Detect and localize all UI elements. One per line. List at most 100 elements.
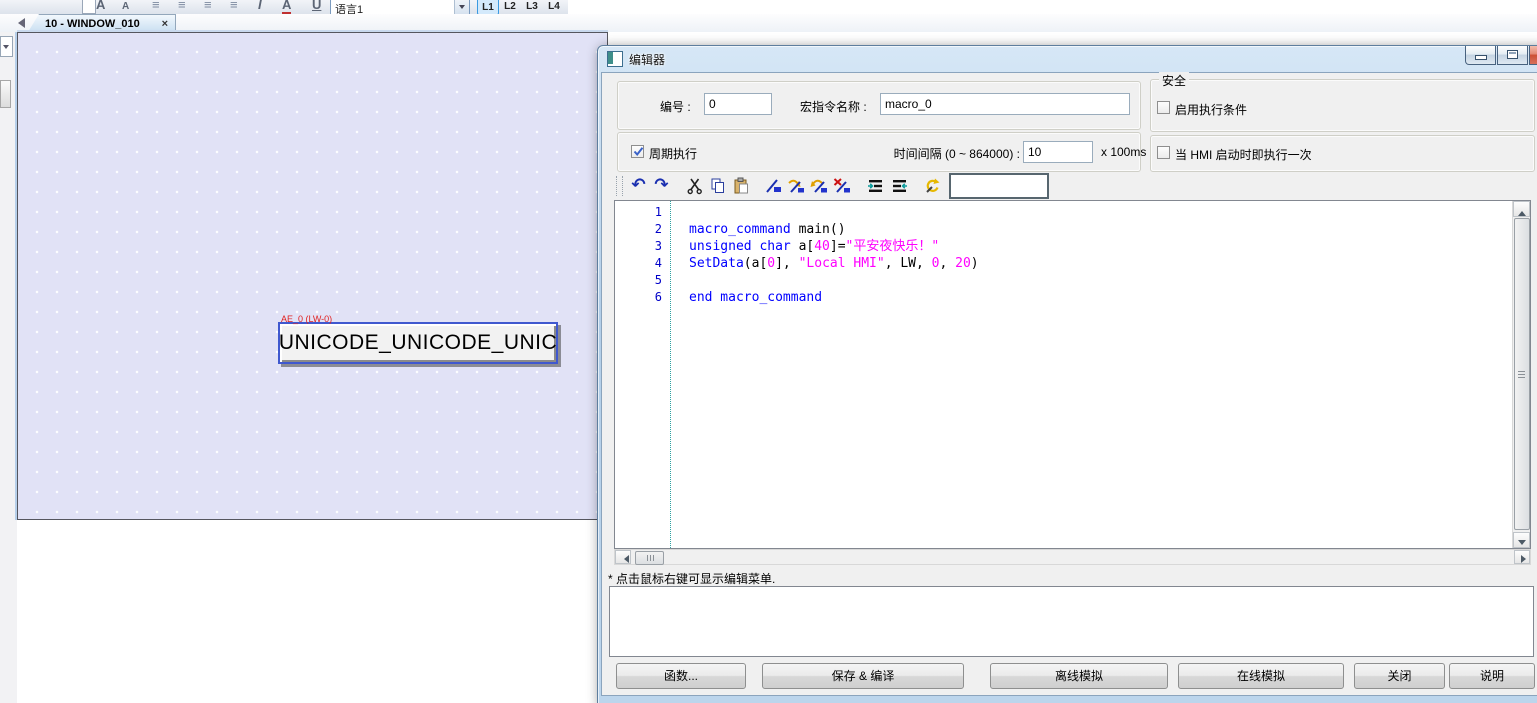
code-line[interactable]: macro_command main() [689,221,1510,238]
outdent-icon [890,177,908,195]
scroll-left-button[interactable] [615,550,631,564]
macro-name-input[interactable] [880,93,1130,115]
vertical-scroll-thumb[interactable] [1514,218,1530,530]
align-icon[interactable]: ≡ [152,0,160,12]
dialog-body: 编号 : 宏指令名称 : 安全 启用执行条件 周期执行 时间间隔 (0 ~ 86… [601,72,1537,696]
window-canvas[interactable] [17,32,608,520]
periodic-groupbox: 周期执行 时间间隔 (0 ~ 864000) : x 100ms [617,132,1141,172]
tab-window-010[interactable]: 10 - WINDOW_010 × [28,14,176,32]
scroll-up-button[interactable] [1513,201,1530,217]
minimize-button[interactable] [1465,46,1496,65]
tab-scroll-left-button[interactable] [10,16,24,30]
decrease-font-icon[interactable]: A [122,1,129,12]
code-line[interactable] [689,272,1510,289]
periodic-checkbox[interactable] [631,145,644,158]
code-token: SetData [689,256,744,271]
dock-mini-button[interactable] [0,80,11,108]
indent-button[interactable] [864,175,887,197]
dialog-titlebar[interactable]: 编辑器 [598,46,1537,72]
scroll-down-button[interactable] [1513,532,1530,548]
offline-sim-button[interactable]: 离线模拟 [990,663,1168,689]
layer-button-l2[interactable]: L2 [500,0,520,13]
triangle-down-icon [1518,540,1526,549]
close-dialog-button[interactable]: 关闭 [1354,663,1445,689]
layer-button-l4[interactable]: L4 [544,0,564,13]
macro-id-input[interactable] [704,93,772,115]
prev-bookmark-button[interactable] [808,175,831,197]
macro-editor-dialog: 编辑器 编号 : 宏指令名称 : 安全 启用执行条件 [597,45,1537,703]
code-token: "平安夜快乐！" [846,239,940,254]
paste-button[interactable] [729,175,752,197]
editor-search-input[interactable] [949,173,1049,199]
scroll-right-button[interactable] [1514,550,1530,564]
maximize-button[interactable] [1497,46,1528,65]
compile-message-box[interactable] [609,586,1534,657]
id-name-groupbox: 编号 : 宏指令名称 : [617,81,1141,130]
app-window: A A ≡ ≡ ≡ ≡ I A U 语言1 L1 L2 L3 L4 10 - W… [0,0,1537,703]
cut-button[interactable] [683,175,706,197]
next-bookmark-button[interactable] [785,175,808,197]
widget-text: UNICODE_UNICODE_UNIC [279,331,557,355]
underline-icon[interactable]: U [312,0,321,12]
undo-button[interactable]: ↶ [627,175,650,197]
vertical-scrollbar[interactable] [1512,201,1530,548]
minimize-icon [1475,55,1487,60]
online-sim-button[interactable]: 在线模拟 [1178,663,1344,689]
save-compile-button[interactable]: 保存 & 编译 [762,663,964,689]
thumb-grip-icon [650,555,651,561]
code-token: , LW, [885,256,932,271]
layer-button-l1[interactable]: L1 [477,0,499,15]
help-button[interactable]: 说明 [1449,663,1535,689]
language-combo-value: 语言1 [335,1,363,15]
align-center-icon[interactable]: ≡ [204,0,212,12]
periodic-label: 周期执行 [649,145,697,162]
font-color-icon[interactable]: A [282,0,291,15]
line-number: 1 [615,204,662,221]
code-line[interactable] [689,204,1510,221]
language-combo[interactable]: 语言1 [330,0,470,15]
code-token: 40 [814,239,830,254]
security-group-title: 安全 [1159,72,1189,89]
clear-bookmarks-button[interactable] [831,175,854,197]
code-token: "Local HMI" [799,256,885,271]
enable-condition-checkbox[interactable] [1157,101,1170,114]
code-token: ]= [830,239,846,254]
code-line[interactable]: unsigned char a[40]="平安夜快乐！" [689,238,1510,255]
run-once-label: 当 HMI 启动时即执行一次 [1175,146,1312,163]
copy-button[interactable] [706,175,729,197]
hint-text: * 点击鼠标右键可显示编辑菜单. [608,570,775,587]
run-once-checkbox[interactable] [1157,146,1170,159]
toolbar-drag-handle[interactable] [616,176,623,196]
toggle-bookmark-button[interactable] [762,175,785,197]
font-combo-edge[interactable] [82,0,96,14]
function-button[interactable]: 函数... [616,663,746,689]
code-token: ], [775,256,798,271]
italic-icon[interactable]: I [258,0,262,12]
increase-font-icon[interactable]: A [96,0,105,12]
code-token: (a[ [744,256,767,271]
line-number: 2 [615,221,662,238]
compile-button[interactable] [920,175,943,197]
macro-name-label: 宏指令名称 : [800,98,867,115]
ascii-display-widget[interactable]: UNICODE_UNICODE_UNIC [278,322,558,364]
code-token: macro_command [689,222,791,237]
horizontal-scroll-thumb[interactable] [635,551,664,565]
align-right-icon[interactable]: ≡ [230,0,238,12]
close-button[interactable] [1529,46,1537,65]
horizontal-scrollbar[interactable] [614,549,1531,565]
redo-button[interactable]: ↷ [650,175,673,197]
redo-icon: ↷ [654,177,668,194]
align-left-icon[interactable]: ≡ [178,0,186,12]
layer-button-l3[interactable]: L3 [522,0,542,13]
outdent-button[interactable] [887,175,910,197]
dock-mini-combo[interactable] [0,36,13,57]
code-editor[interactable]: 123456 macro_command main()unsigned char… [614,200,1531,549]
window-controls [1465,46,1537,65]
format-toolbar: A A ≡ ≡ ≡ ≡ I A U 语言1 L1 L2 L3 L4 [0,0,568,15]
code-line[interactable]: end macro_command [689,289,1510,306]
line-number: 3 [615,238,662,255]
code-lines: macro_command main()unsigned char a[40]=… [689,204,1510,306]
interval-input[interactable] [1023,141,1093,163]
tab-close-icon[interactable]: × [162,15,168,33]
code-line[interactable]: SetData(a[0], "Local HMI", LW, 0, 20) [689,255,1510,272]
